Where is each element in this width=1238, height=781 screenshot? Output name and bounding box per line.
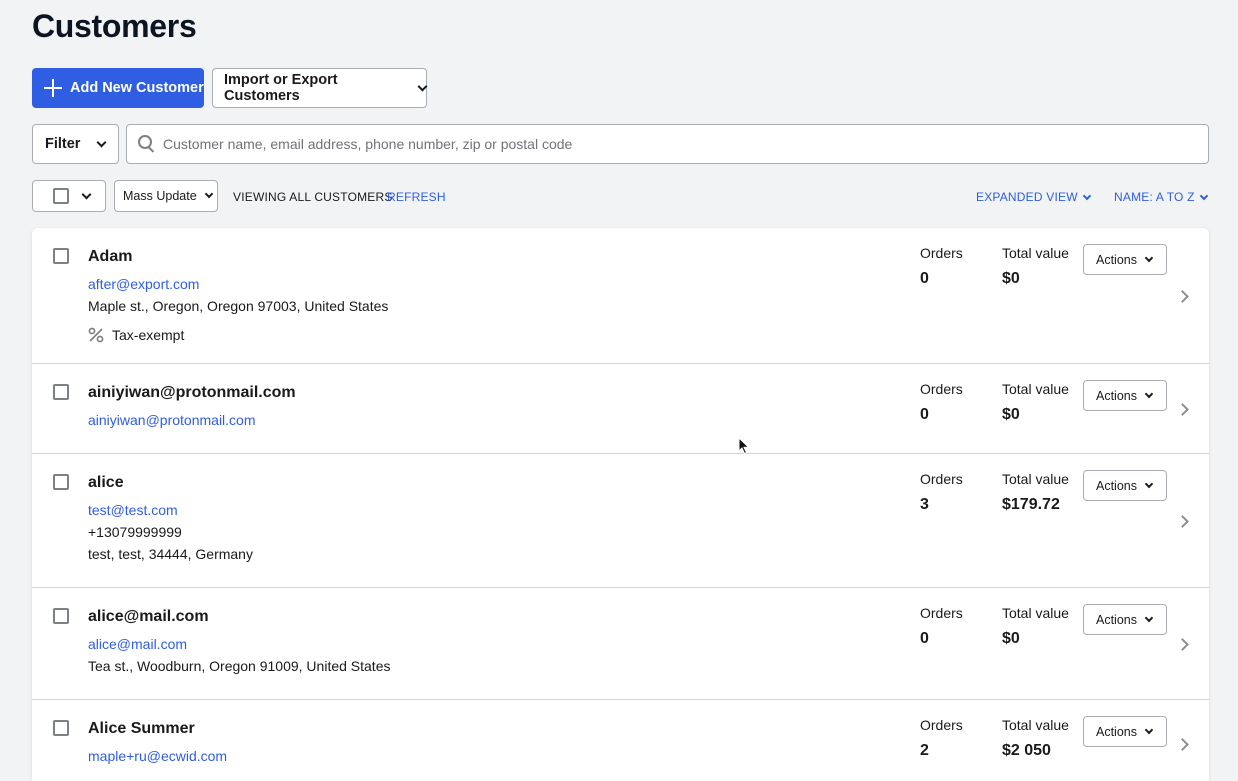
import-export-button[interactable]: Import or Export Customers [212, 68, 428, 108]
chevron-down-icon [1144, 613, 1154, 622]
customer-name: ainiyiwan@protonmail.com [88, 384, 296, 401]
mass-update-label: Mass Update [123, 189, 197, 203]
customer-email[interactable]: after@export.com [88, 276, 199, 292]
actions-button[interactable]: Actions [1083, 470, 1167, 501]
percent-icon [88, 327, 104, 343]
chevron-down-icon [1082, 191, 1091, 200]
total-value-label: Total value [1002, 245, 1069, 261]
orders-count: 3 [920, 496, 929, 513]
actions-label: Actions [1096, 388, 1137, 403]
chevron-down-icon [1144, 479, 1154, 488]
customer-row[interactable]: Adam after@export.com Maple st., Oregon,… [32, 228, 1209, 364]
row-checkbox[interactable] [53, 720, 69, 736]
customer-name: alice [88, 474, 124, 491]
row-checkbox[interactable] [53, 248, 69, 264]
filter-label: Filter [45, 136, 81, 152]
customer-name: alice@mail.com [88, 608, 209, 625]
customer-row[interactable]: Alice Summer maple+ru@ecwid.com Orders 2… [32, 700, 1209, 781]
row-checkbox[interactable] [53, 608, 69, 624]
chevron-right-icon[interactable] [1176, 515, 1189, 528]
search-icon [138, 135, 156, 153]
customer-address: Tea st., Woodburn, Oregon 91009, United … [88, 658, 391, 674]
customer-list: Adam after@export.com Maple st., Oregon,… [32, 228, 1209, 781]
chevron-down-icon [417, 81, 428, 91]
chevron-down-icon[interactable] [81, 189, 92, 199]
total-value-label: Total value [1002, 605, 1069, 621]
row-checkbox[interactable] [53, 474, 69, 490]
customer-email[interactable]: ainiyiwan@protonmail.com [88, 412, 256, 428]
select-all-checkbox[interactable] [53, 188, 69, 204]
tax-exempt-label: Tax-exempt [112, 327, 185, 343]
search-input[interactable] [163, 136, 1163, 152]
import-export-label: Import or Export Customers [224, 72, 338, 104]
chevron-right-icon[interactable] [1176, 738, 1189, 751]
tax-exempt-tag: Tax-exempt [88, 327, 184, 343]
orders-label: Orders [920, 717, 963, 733]
chevron-down-icon [97, 137, 107, 147]
view-mode-label: EXPANDED VIEW [976, 190, 1078, 204]
orders-count: 0 [920, 270, 929, 287]
viewing-status: VIEWING ALL CUSTOMERS [233, 190, 393, 204]
orders-count: 0 [920, 630, 929, 647]
search-box [126, 124, 1209, 164]
orders-count: 2 [920, 742, 929, 759]
actions-label: Actions [1096, 478, 1137, 493]
actions-button[interactable]: Actions [1083, 244, 1167, 275]
customer-name: Alice Summer [88, 720, 195, 737]
orders-count: 0 [920, 406, 929, 423]
sort-dropdown[interactable]: NAME: A TO Z [1114, 190, 1208, 204]
customer-row[interactable]: alice test@test.com +13079999999 test, t… [32, 454, 1209, 588]
total-value: $0 [1002, 270, 1020, 287]
total-value: $2 050 [1002, 742, 1051, 759]
customer-name: Adam [88, 248, 133, 265]
select-all-dropdown[interactable] [32, 180, 106, 212]
total-value: $0 [1002, 406, 1020, 423]
orders-label: Orders [920, 605, 963, 621]
actions-label: Actions [1096, 724, 1137, 739]
customer-row[interactable]: alice@mail.com alice@mail.com Tea st., W… [32, 588, 1209, 700]
view-mode-toggle[interactable]: EXPANDED VIEW [976, 190, 1091, 204]
total-value-label: Total value [1002, 381, 1069, 397]
chevron-down-icon [1144, 253, 1154, 262]
plus-icon [44, 79, 62, 97]
chevron-right-icon[interactable] [1176, 638, 1189, 651]
orders-label: Orders [920, 245, 963, 261]
mouse-cursor-icon [738, 437, 750, 455]
orders-label: Orders [920, 471, 963, 487]
total-value: $179.72 [1002, 496, 1060, 513]
chevron-down-icon [1199, 191, 1208, 200]
chevron-down-icon [1144, 725, 1154, 734]
orders-label: Orders [920, 381, 963, 397]
total-value-label: Total value [1002, 717, 1069, 733]
customer-email[interactable]: maple+ru@ecwid.com [88, 748, 227, 764]
mass-update-button[interactable]: Mass Update [114, 180, 218, 212]
customer-address: test, test, 34444, Germany [88, 546, 253, 562]
actions-label: Actions [1096, 252, 1137, 267]
page-title: Customers [32, 8, 197, 44]
total-value-label: Total value [1002, 471, 1069, 487]
actions-button[interactable]: Actions [1083, 604, 1167, 635]
customer-phone: +13079999999 [88, 524, 182, 540]
customer-address: Maple st., Oregon, Oregon 97003, United … [88, 298, 389, 314]
customer-email[interactable]: alice@mail.com [88, 636, 187, 652]
chevron-down-icon [1144, 389, 1154, 398]
sort-label: NAME: A TO Z [1114, 190, 1195, 204]
add-new-customer-button[interactable]: Add New Customer [32, 68, 204, 108]
customer-email[interactable]: test@test.com [88, 502, 178, 518]
chevron-right-icon[interactable] [1176, 290, 1189, 303]
add-new-customer-label: Add New Customer [70, 80, 204, 96]
filter-button[interactable]: Filter [32, 124, 119, 164]
actions-button[interactable]: Actions [1083, 716, 1167, 747]
chevron-right-icon[interactable] [1176, 403, 1189, 416]
total-value: $0 [1002, 630, 1020, 647]
row-checkbox[interactable] [53, 384, 69, 400]
actions-button[interactable]: Actions [1083, 380, 1167, 411]
customer-row[interactable]: ainiyiwan@protonmail.com ainiyiwan@proto… [32, 364, 1209, 454]
actions-label: Actions [1096, 612, 1137, 627]
refresh-link[interactable]: REFRESH [387, 190, 446, 204]
chevron-down-icon [204, 189, 213, 199]
